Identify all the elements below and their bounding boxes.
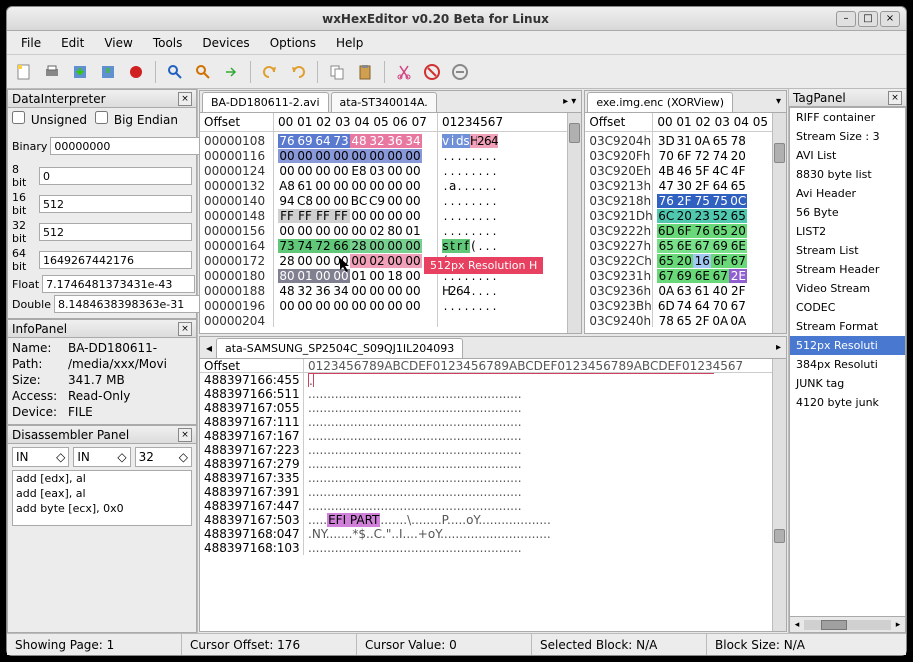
paste-icon[interactable]	[352, 59, 378, 85]
ascii-view[interactable]: 488397166:455. 488397166:511............…	[200, 373, 772, 555]
tag-item[interactable]: JUNK tag	[790, 374, 905, 393]
tag-item[interactable]: Stream List	[790, 241, 905, 260]
tab-dropdown-icon[interactable]: ▾	[773, 96, 784, 107]
double-field[interactable]	[54, 295, 207, 313]
hex-pane-right: exe.img.enc (XORView) ▾ Offset00 01 02 0…	[584, 90, 787, 334]
tag-tooltip: 512px Resolution H	[424, 257, 543, 274]
info-panel: InfoPanel× Name:BA-DD180611-Path:/media/…	[7, 319, 197, 425]
close-icon[interactable]: ×	[178, 428, 192, 442]
status-selected-block: Selected Block: N/A	[532, 634, 707, 655]
binary-field[interactable]	[50, 137, 203, 155]
unsigned-checkbox[interactable]: Unsigned	[12, 111, 87, 127]
tag-item[interactable]: CODEC	[790, 298, 905, 317]
tag-item[interactable]: Stream Header	[790, 260, 905, 279]
titlebar: wxHexEditor v0.20 Beta for Linux – □ ×	[7, 7, 906, 31]
close-button[interactable]: ×	[880, 11, 900, 27]
tab-file-4[interactable]: ata-SAMSUNG_SP2504C_S09QJ1IL204093	[216, 338, 463, 358]
new-file-icon[interactable]	[11, 59, 37, 85]
menu-edit[interactable]: Edit	[51, 33, 94, 53]
save-icon[interactable]	[67, 59, 93, 85]
tag-item[interactable]: 512px Resoluti	[790, 336, 905, 355]
scrollbar[interactable]	[772, 113, 786, 333]
disassembler-panel: Disassembler Panel × IN◇ IN◇ 32◇ add [edx…	[7, 425, 197, 633]
tab-file-2[interactable]: ata-ST340014A.	[331, 92, 437, 112]
tag-scrollbar[interactable]: ◂▸	[789, 617, 906, 633]
data-interpreter-panel: DataInterpreter× Unsigned Big Endian Bin…	[7, 89, 197, 319]
disassembler-title: Disassembler Panel	[12, 428, 129, 442]
redo-icon[interactable]	[285, 59, 311, 85]
print-icon[interactable]	[39, 59, 65, 85]
info-panel-title: InfoPanel	[12, 322, 67, 336]
tag-item[interactable]: 4120 byte junk	[790, 393, 905, 412]
menu-help[interactable]: Help	[326, 33, 373, 53]
minimize-button[interactable]: –	[836, 11, 856, 27]
goto-icon[interactable]	[218, 59, 244, 85]
maximize-button[interactable]: □	[858, 11, 878, 27]
hex-pane-left: BA-DD180611-2.avi ata-ST340014A. ▸ ▾ Off…	[199, 90, 582, 334]
status-page: Showing Page: 1	[7, 634, 182, 655]
toolbar	[7, 55, 906, 89]
hex-view[interactable]: 000001087669647348323634vidsH26400000116…	[200, 132, 567, 327]
record-icon[interactable]	[123, 59, 149, 85]
close-icon[interactable]: ×	[888, 91, 902, 105]
8bit-field[interactable]	[39, 167, 192, 185]
tab-next-icon[interactable]: ▸	[773, 342, 784, 353]
menu-view[interactable]: View	[94, 33, 142, 53]
menu-options[interactable]: Options	[260, 33, 326, 53]
tab-prev-icon[interactable]: ◂	[202, 341, 216, 355]
64bit-field[interactable]	[39, 251, 192, 269]
cut-icon[interactable]	[391, 59, 417, 85]
menu-file[interactable]: File	[11, 33, 51, 53]
data-interpreter-title: DataInterpreter	[12, 92, 106, 106]
status-cursor-offset: Cursor Offset: 176	[182, 634, 357, 655]
window-title: wxHexEditor v0.20 Beta for Linux	[37, 12, 834, 26]
delete-icon[interactable]	[419, 59, 445, 85]
hex-view[interactable]: 03C9204h3D310A657803C920Fh706F72742003C9…	[585, 132, 772, 327]
menubar: File Edit View Tools Devices Options Hel…	[7, 31, 906, 55]
tag-panel-title: TagPanel	[793, 91, 846, 105]
close-icon[interactable]: ×	[178, 92, 192, 106]
dis-select-1[interactable]: IN◇	[12, 447, 69, 467]
tag-item[interactable]: Stream Format	[790, 317, 905, 336]
close-icon[interactable]: ×	[178, 322, 192, 336]
status-cursor-value: Cursor Value: 0	[357, 634, 532, 655]
scrollbar[interactable]	[567, 113, 581, 333]
tag-item[interactable]: 56 Byte	[790, 203, 905, 222]
tag-item[interactable]: AVI List	[790, 146, 905, 165]
scrollbar[interactable]	[772, 359, 786, 631]
hex-pane-bottom: ◂ ata-SAMSUNG_SP2504C_S09QJ1IL204093 ▸ O…	[199, 336, 787, 632]
dis-select-2[interactable]: IN◇	[73, 447, 130, 467]
32bit-field[interactable]	[39, 223, 192, 241]
search-icon[interactable]	[162, 59, 188, 85]
tag-item[interactable]: LIST2	[790, 222, 905, 241]
tag-item[interactable]: Avi Header	[790, 184, 905, 203]
dis-select-3[interactable]: 32◇	[135, 447, 192, 467]
undo-icon[interactable]	[257, 59, 283, 85]
main-window: wxHexEditor v0.20 Beta for Linux – □ × F…	[6, 6, 907, 656]
replace-icon[interactable]	[190, 59, 216, 85]
tag-item[interactable]: 384px Resoluti	[790, 355, 905, 374]
tag-item[interactable]: 8830 byte list	[790, 165, 905, 184]
tab-dropdown-icon[interactable]: ▸ ▾	[560, 96, 579, 107]
tag-item[interactable]: Video Stream	[790, 279, 905, 298]
tag-item[interactable]: Stream Size : 3	[790, 127, 905, 146]
tab-file-1[interactable]: BA-DD180611-2.avi	[202, 92, 329, 112]
menu-devices[interactable]: Devices	[192, 33, 259, 53]
saveas-icon[interactable]	[95, 59, 121, 85]
insert-icon[interactable]	[447, 59, 473, 85]
16bit-field[interactable]	[39, 195, 192, 213]
tab-file-3[interactable]: exe.img.enc (XORView)	[587, 92, 733, 112]
float-field[interactable]	[42, 275, 195, 293]
statusbar: Showing Page: 1 Cursor Offset: 176 Curso…	[7, 633, 906, 655]
big-endian-checkbox[interactable]: Big Endian	[95, 111, 178, 127]
status-block-size: Block Size: N/A	[707, 634, 906, 655]
copy-icon[interactable]	[324, 59, 350, 85]
tag-item[interactable]: RIFF container	[790, 108, 905, 127]
menu-tools[interactable]: Tools	[143, 33, 193, 53]
disassembly-list: add [edx], aladd [eax], aladd byte [ecx]…	[12, 470, 192, 526]
tag-list: RIFF containerStream Size : 3AVI List883…	[789, 107, 906, 617]
